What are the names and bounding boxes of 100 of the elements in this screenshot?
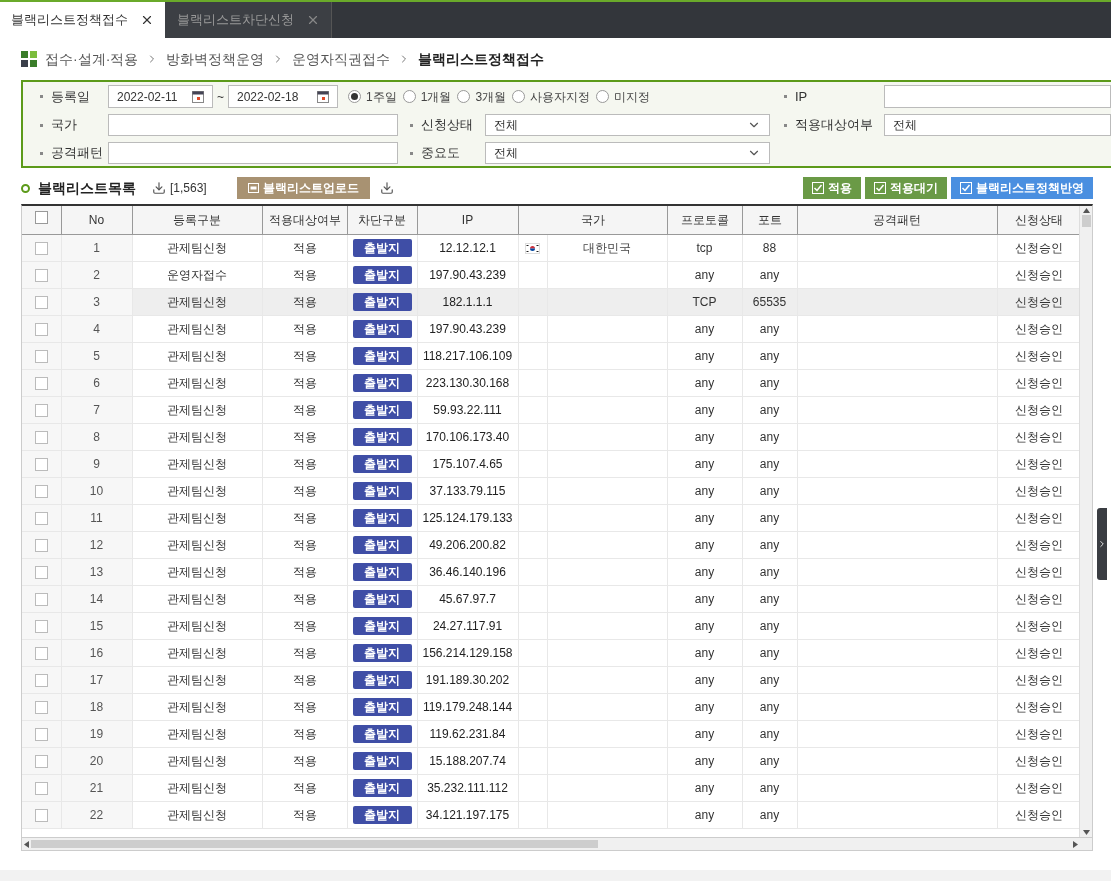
period-radio[interactable]: 1주일 xyxy=(348,87,397,106)
row-checkbox[interactable] xyxy=(34,592,48,606)
row-checkbox[interactable] xyxy=(34,727,48,741)
tab[interactable]: 블랙리스트정책접수 xyxy=(0,2,165,38)
row-checkbox[interactable] xyxy=(34,295,48,309)
window-icon xyxy=(247,183,259,193)
table-row[interactable]: 20 관제팀신청 적용 출발지 15.188.207.74 any any 신청승인 xyxy=(22,747,1079,774)
table-row[interactable]: 15 관제팀신청 적용 출발지 24.27.117.91 any any 신청승인 xyxy=(22,612,1079,639)
period-radio[interactable]: 미지정 xyxy=(596,87,651,106)
table-row[interactable]: 8 관제팀신청 적용 출발지 170.106.173.40 any any 신청승인 xyxy=(22,423,1079,450)
table-row[interactable]: 11 관제팀신청 적용 출발지 125.124.179.133 any any 신청승인 xyxy=(22,504,1079,531)
table-row[interactable]: 19 관제팀신청 적용 출발지 119.62.231.84 any any 신청승인 xyxy=(22,720,1079,747)
row-checkbox[interactable] xyxy=(34,457,48,471)
country-field[interactable] xyxy=(108,114,398,136)
row-checkbox[interactable] xyxy=(34,808,48,822)
table-cell: 관제팀신청 xyxy=(132,288,262,315)
table-row[interactable]: 21 관제팀신청 적용 출발지 35.232.111.112 any any 신청승인 xyxy=(22,774,1079,801)
importance-select[interactable]: 전체 xyxy=(485,142,770,164)
row-checkbox[interactable] xyxy=(34,754,48,768)
table-row[interactable]: 2 운영자접수 적용 출발지 197.90.43.239 any any 신청승인 xyxy=(22,261,1079,288)
table-row[interactable]: 13 관제팀신청 적용 출발지 36.46.140.196 any any 신청승인 xyxy=(22,558,1079,585)
table-cell: 적용 xyxy=(262,423,347,450)
vertical-scrollbar[interactable] xyxy=(1079,206,1092,837)
breadcrumb-item[interactable]: 운영자직권접수 xyxy=(292,48,391,70)
column-header[interactable]: 국가 xyxy=(518,206,667,234)
row-checkbox[interactable] xyxy=(34,619,48,633)
table-cell: 적용 xyxy=(262,720,347,747)
row-checkbox[interactable] xyxy=(34,349,48,363)
column-header[interactable]: 등록구분 xyxy=(132,206,262,234)
row-checkbox[interactable] xyxy=(34,430,48,444)
row-checkbox[interactable] xyxy=(34,781,48,795)
period-radio[interactable]: 1개월 xyxy=(402,87,452,106)
table-row[interactable]: 10 관제팀신청 적용 출발지 37.133.79.115 any any 신청승인 xyxy=(22,477,1079,504)
breadcrumb-item[interactable]: 접수·설계·적용 xyxy=(45,48,139,70)
apply-field[interactable]: 전체 xyxy=(884,114,1111,136)
table-row[interactable]: 18 관제팀신청 적용 출발지 119.179.248.144 any any 신청승인 xyxy=(22,693,1079,720)
period-radio[interactable]: 사용자지정 xyxy=(512,87,591,106)
table-row[interactable]: 5 관제팀신청 적용 출발지 118.217.106.109 any any 신청승인 xyxy=(22,342,1079,369)
horizontal-scrollbar[interactable] xyxy=(22,837,1092,850)
table-row[interactable]: 4 관제팀신청 적용 출발지 197.90.43.239 any any 신청승인 xyxy=(22,315,1079,342)
calendar-icon[interactable] xyxy=(317,90,329,103)
column-header[interactable]: 공격패턴 xyxy=(797,206,997,234)
scroll-right-icon[interactable] xyxy=(1073,840,1078,848)
ip-field[interactable] xyxy=(884,85,1111,108)
table-row[interactable]: 16 관제팀신청 적용 출발지 156.214.129.158 any any 신청승인 xyxy=(22,639,1079,666)
table-row[interactable]: 3 관제팀신청 적용 출발지 182.1.1.1 TCP 65535 신청승인 xyxy=(22,288,1079,315)
row-checkbox[interactable] xyxy=(34,268,48,282)
table-cell: 10 xyxy=(61,477,132,504)
status-select[interactable]: 전체 xyxy=(485,114,770,136)
scroll-down-icon[interactable] xyxy=(1082,830,1090,835)
header-checkbox[interactable] xyxy=(34,210,48,224)
column-header[interactable]: 적용대상여부 xyxy=(262,206,347,234)
block-type-badge: 출발지 xyxy=(352,400,412,419)
table-row[interactable]: 9 관제팀신청 적용 출발지 175.107.4.65 any any 신청승인 xyxy=(22,450,1079,477)
download-icon[interactable] xyxy=(379,181,394,195)
table-cell: 적용 xyxy=(262,504,347,531)
table-row[interactable]: 1 관제팀신청 적용 출발지 12.12.12.1 대한민국 tcp 88 신청승인 xyxy=(22,234,1079,261)
row-checkbox[interactable] xyxy=(34,700,48,714)
table-row[interactable]: 14 관제팀신청 적용 출발지 45.67.97.7 any any 신청승인 xyxy=(22,585,1079,612)
scroll-thumb[interactable] xyxy=(31,840,598,848)
attack-pattern-field[interactable] xyxy=(108,142,398,164)
date-field[interactable]: 2022-02-18 xyxy=(228,85,338,108)
table-cell: any xyxy=(742,747,797,774)
row-checkbox[interactable] xyxy=(34,241,48,255)
breadcrumb-item[interactable]: 방화벽정책운영 xyxy=(166,48,265,70)
table-row[interactable]: 17 관제팀신청 적용 출발지 191.189.30.202 any any 신청승인 xyxy=(22,666,1079,693)
close-icon[interactable] xyxy=(140,13,154,27)
table-row[interactable]: 6 관제팀신청 적용 출발지 223.130.30.168 any any 신청승인 xyxy=(22,369,1079,396)
row-checkbox[interactable] xyxy=(34,538,48,552)
row-checkbox[interactable] xyxy=(34,322,48,336)
download-icon[interactable] xyxy=(152,181,166,195)
row-checkbox[interactable] xyxy=(34,673,48,687)
row-checkbox[interactable] xyxy=(34,376,48,390)
row-checkbox[interactable] xyxy=(34,484,48,498)
table-row[interactable]: 12 관제팀신청 적용 출발지 49.206.200.82 any any 신청승인 xyxy=(22,531,1079,558)
scroll-thumb[interactable] xyxy=(1081,215,1091,227)
bullet-icon xyxy=(21,183,30,193)
row-checkbox[interactable] xyxy=(34,565,48,579)
row-checkbox[interactable] xyxy=(34,511,48,525)
row-checkbox[interactable] xyxy=(34,403,48,417)
table-row[interactable]: 7 관제팀신청 적용 출발지 59.93.22.111 any any 신청승인 xyxy=(22,396,1079,423)
block-type-badge: 출발지 xyxy=(352,346,412,365)
table-cell: any xyxy=(742,666,797,693)
column-header[interactable]: 프로토콜 xyxy=(667,206,742,234)
table-row[interactable]: 22 관제팀신청 적용 출발지 34.121.197.175 any any 신청승인 xyxy=(22,801,1079,828)
period-radio[interactable]: 3개월 xyxy=(457,87,507,106)
scroll-up-icon[interactable] xyxy=(1082,208,1090,213)
date-field[interactable]: 2022-02-11 xyxy=(108,85,213,108)
block-type-badge: 출발지 xyxy=(352,292,412,311)
column-header[interactable]: 차단구분 xyxy=(347,206,417,234)
column-header[interactable]: 포트 xyxy=(742,206,797,234)
scroll-left-icon[interactable] xyxy=(24,840,29,848)
panel-toggle-button[interactable] xyxy=(1097,508,1107,580)
table-cell: 적용 xyxy=(262,747,347,774)
column-header[interactable]: No xyxy=(61,206,132,234)
tab[interactable]: 블랙리스트차단신청 xyxy=(165,2,332,38)
row-checkbox[interactable] xyxy=(34,646,48,660)
table-cell: 13 xyxy=(61,558,132,585)
column-header[interactable]: IP xyxy=(417,206,518,234)
calendar-icon[interactable] xyxy=(192,90,204,103)
